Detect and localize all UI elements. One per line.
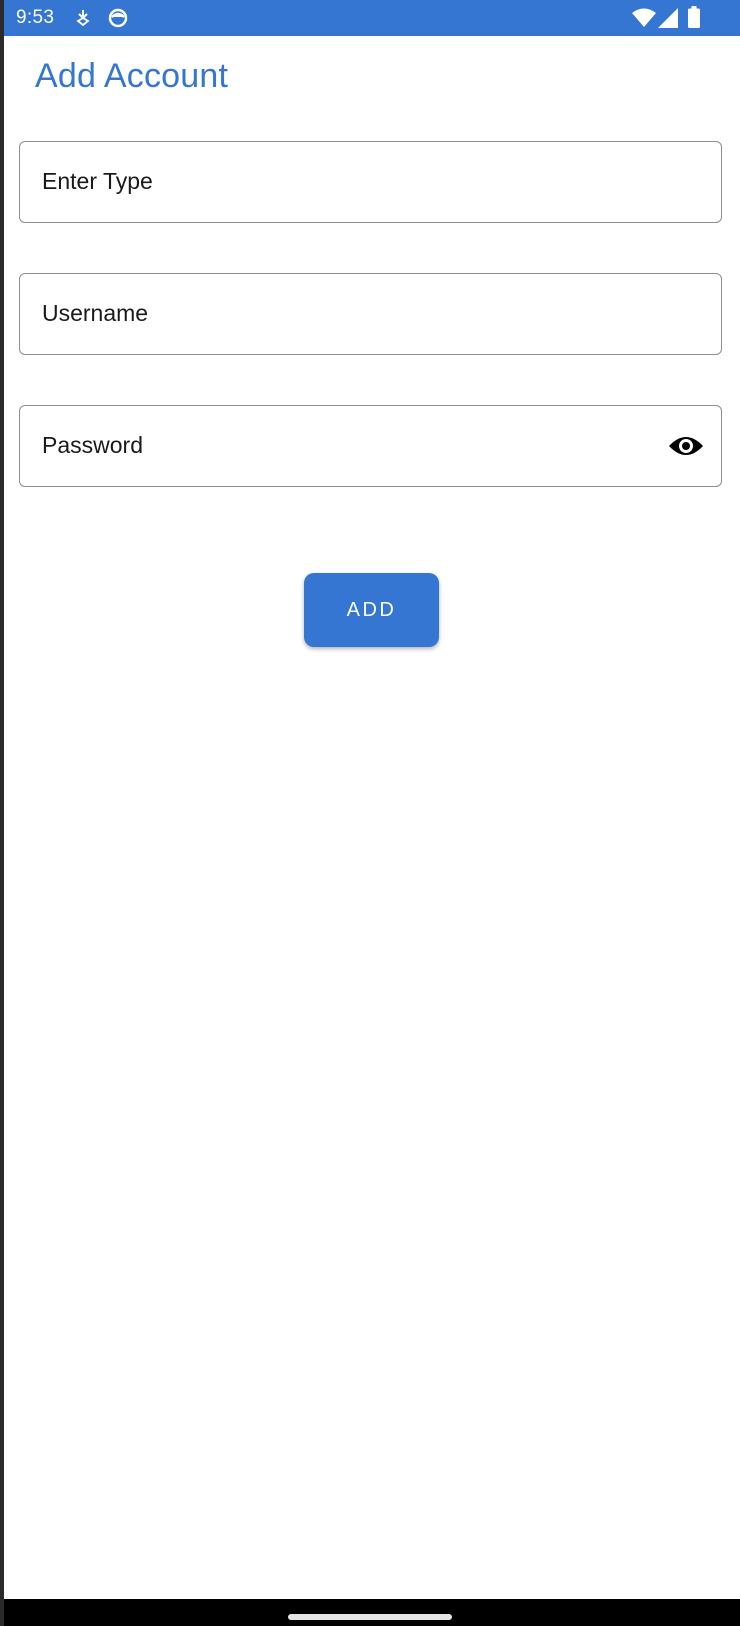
navigation-bar <box>4 1599 740 1626</box>
app-notification-icon <box>108 8 128 28</box>
type-input[interactable] <box>42 142 662 221</box>
app-screen: 9:53 Add Account Enter Type Username ADD <box>4 0 740 1626</box>
status-bar: 9:53 <box>4 0 740 36</box>
battery-icon <box>688 6 700 28</box>
add-button[interactable]: ADD <box>304 573 439 647</box>
status-time: 9:53 <box>16 7 55 28</box>
password-field[interactable] <box>19 405 722 487</box>
home-gesture-handle[interactable] <box>288 1614 452 1620</box>
eye-icon[interactable] <box>668 432 704 460</box>
page-title: Add Account <box>35 57 229 95</box>
password-input[interactable] <box>42 406 662 485</box>
type-field[interactable] <box>19 141 722 223</box>
username-field[interactable] <box>19 273 722 355</box>
username-input[interactable] <box>42 274 662 353</box>
download-notification-icon <box>76 10 90 27</box>
wifi-icon <box>632 8 656 27</box>
signal-icon <box>658 8 678 28</box>
